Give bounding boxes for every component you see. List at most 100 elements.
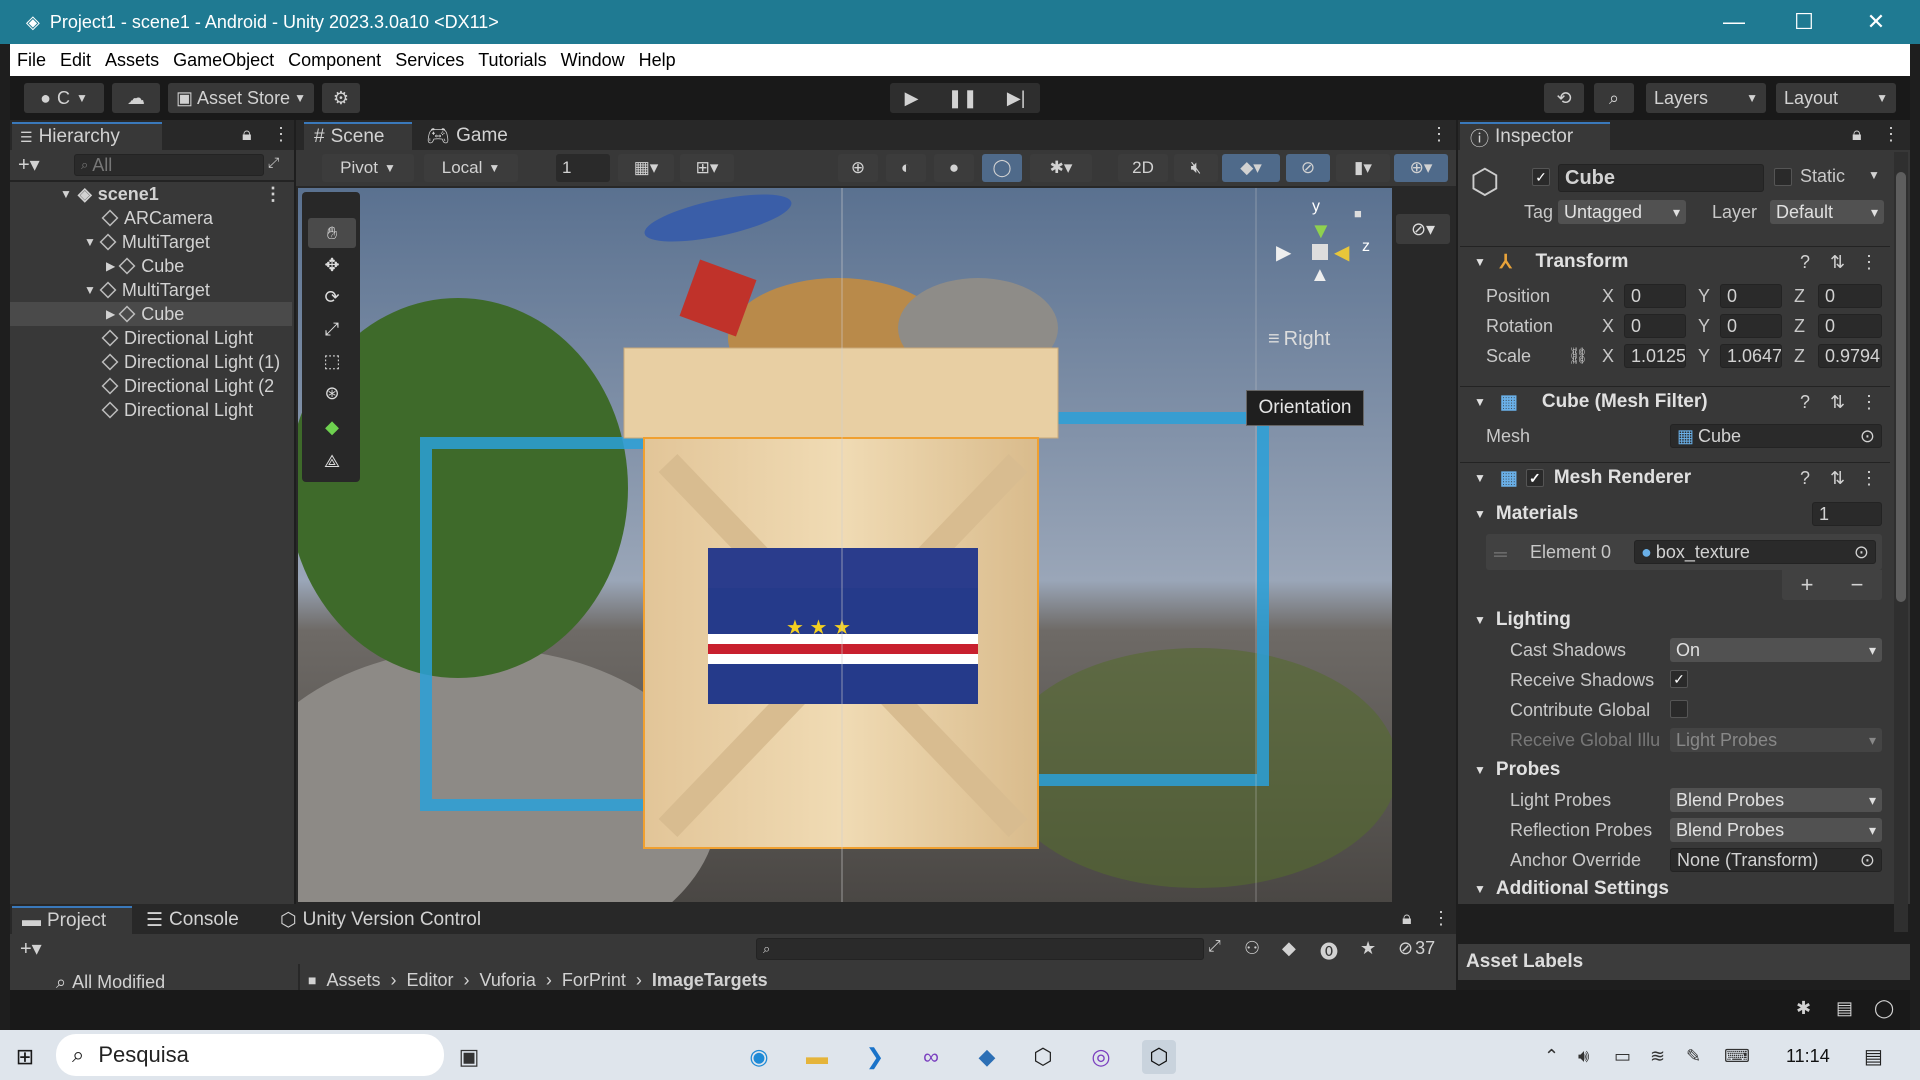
unlit-button[interactable]: ◯	[982, 154, 1022, 182]
menu-tutorials[interactable]: Tutorials	[478, 50, 546, 71]
progress-check-icon[interactable]: ◯	[1874, 998, 1894, 1019]
object-picker-icon[interactable]: ⊙	[1860, 426, 1875, 447]
hierarchy-item-scene1[interactable]: ▼ ◈ scene1 ⋮	[10, 182, 292, 206]
hierarchy-item-arcamera[interactable]: ARCamera	[10, 206, 292, 230]
lock-icon[interactable]: 🔒︎	[242, 124, 252, 145]
rotation-y-field[interactable]: 0	[1720, 314, 1782, 338]
anchor-override-field[interactable]: None (Transform) ⊙	[1670, 848, 1882, 872]
minimize-button[interactable]: —	[1706, 0, 1762, 44]
chevron-up-icon[interactable]: ⌃	[1544, 1046, 1559, 1067]
more-icon[interactable]: ⋮	[1860, 392, 1878, 413]
help-icon[interactable]: ?	[1800, 252, 1810, 273]
lighting-foldout[interactable]: ▼ Lighting	[1466, 604, 1896, 636]
gizmos-dropdown[interactable]: ⊕▾	[1394, 154, 1448, 182]
pen-icon[interactable]: ✎	[1686, 1046, 1701, 1067]
custom-tool-button[interactable]: ◆	[308, 412, 356, 442]
lock-icon[interactable]: 🔒︎	[1852, 124, 1862, 145]
drag-handle-icon[interactable]: ═	[1494, 544, 1507, 565]
scale-y-field[interactable]: 1.0647	[1720, 344, 1782, 368]
battery-icon[interactable]: ▭	[1614, 1046, 1631, 1067]
scale-x-field[interactable]: 1.0125	[1624, 344, 1686, 368]
hierarchy-item-multitarget[interactable]: ▼ MultiTarget	[10, 230, 292, 254]
menu-help[interactable]: Help	[639, 50, 676, 71]
cast-shadows-dropdown[interactable]: On	[1670, 638, 1882, 662]
debug-draw-button[interactable]: ✱▾	[1030, 154, 1092, 182]
lock-icon[interactable]: ■	[1354, 206, 1362, 221]
tab-scene[interactable]: # Scene	[304, 122, 412, 150]
search-options-icon[interactable]: ⤢	[268, 154, 279, 171]
help-icon[interactable]: ?	[1800, 392, 1810, 413]
object-picker-icon[interactable]: ⊙	[1860, 850, 1875, 871]
preset-icon[interactable]: ⇅	[1830, 392, 1845, 413]
settings-button[interactable]: ⚙	[322, 83, 360, 113]
preset-icon[interactable]: ⇅	[1830, 252, 1845, 273]
label-icon[interactable]: ◆	[1282, 938, 1296, 959]
more-icon[interactable]: ⋮	[1430, 124, 1448, 145]
history-button[interactable]: ⟲	[1544, 83, 1584, 113]
position-z-field[interactable]: 0	[1818, 284, 1882, 308]
hierarchy-item-directional-light[interactable]: Directional Light	[10, 326, 292, 350]
hand-tool-button[interactable]: ✋︎	[308, 218, 356, 248]
unity-hub-app[interactable]: ⬡	[1026, 1040, 1060, 1074]
notifications-icon[interactable]: ▤	[1864, 1044, 1883, 1069]
debug-off-icon[interactable]: ✱	[1796, 998, 1811, 1019]
close-button[interactable]: ✕	[1848, 0, 1904, 44]
move-tool-button[interactable]: ✥	[308, 250, 356, 280]
2d-toggle[interactable]: 2D	[1118, 154, 1168, 182]
object-picker-icon[interactable]: ⊙	[1854, 542, 1869, 563]
step-icon[interactable]: ▶|	[1007, 88, 1026, 109]
scene-viewport[interactable]: ★ ★ ★ y z ▼ ◀ ▶ ▲ ■ ≡ Right Orientation	[298, 188, 1392, 902]
grid-size-input[interactable]: 1	[556, 154, 610, 182]
github-app[interactable]: ◎	[1084, 1040, 1118, 1074]
task-view-button[interactable]: ▣	[452, 1040, 486, 1074]
search-button[interactable]: ⌕	[1594, 83, 1634, 113]
more-icon[interactable]: ⋮	[1860, 468, 1878, 489]
hidden-packages-toggle[interactable]: ⊘ 37	[1398, 938, 1435, 959]
contribute-gi-checkbox[interactable]	[1670, 700, 1688, 718]
hierarchy-item-multitarget[interactable]: ▼ MultiTarget	[10, 278, 292, 302]
tab-version-control[interactable]: ⬡ Unity Version Control	[270, 906, 510, 934]
project-search-input[interactable]: ⌕	[756, 938, 1204, 960]
wifi-icon[interactable]: ≋	[1650, 1046, 1665, 1067]
account-button[interactable]: ● C ▼	[24, 83, 104, 113]
hierarchy-item-directional-light-1[interactable]: Directional Light (1)	[10, 350, 292, 374]
materials-count-field[interactable]: 1	[1812, 502, 1882, 526]
visual-studio-app[interactable]: ∞	[914, 1040, 948, 1074]
audio-toggle[interactable]: 🔇︎	[1174, 154, 1218, 182]
hierarchy-search-input[interactable]: ⌕ All	[74, 154, 264, 176]
play-icon[interactable]: ▶	[905, 88, 919, 109]
rect-tool-button[interactable]: ⬚	[308, 346, 356, 376]
search-options-icon[interactable]: ⤢	[1208, 938, 1221, 956]
breadcrumb-assets[interactable]: Assets	[326, 970, 380, 991]
help-icon[interactable]: ?	[1800, 468, 1810, 489]
tab-inspector[interactable]: ⓘ Inspector	[1460, 122, 1610, 150]
layout-dropdown[interactable]: Layout ▼	[1776, 83, 1896, 113]
add-button[interactable]: +▾	[18, 152, 40, 177]
tab-project[interactable]: ▬ Project	[12, 906, 132, 934]
explorer-app[interactable]: ▬	[800, 1040, 834, 1074]
shaded-wire-button[interactable]: ◐	[886, 154, 926, 182]
more-icon[interactable]: ⋮	[1860, 252, 1878, 273]
menu-file[interactable]: File	[17, 50, 46, 71]
scale-tool-button[interactable]: ⤢	[308, 314, 356, 344]
start-button[interactable]: ⊞	[8, 1040, 42, 1074]
hierarchy-item-directional-light-2[interactable]: Directional Light (2	[10, 374, 292, 398]
keyboard-icon[interactable]: ⌨	[1724, 1046, 1750, 1067]
unlink-scale-icon[interactable]: ⛓︎	[1568, 346, 1588, 366]
asset-labels-section[interactable]: Asset Labels	[1458, 944, 1910, 980]
shaded-button[interactable]: ●	[934, 154, 974, 182]
inspector-scrollbar[interactable]	[1894, 152, 1908, 932]
mesh-field[interactable]: ▦ Cube ⊙	[1670, 424, 1882, 448]
tab-hierarchy[interactable]: ☰ Hierarchy	[12, 122, 162, 150]
clock[interactable]: 11:14	[1786, 1046, 1830, 1067]
static-checkbox[interactable]	[1774, 168, 1792, 186]
star-icon[interactable]: ★	[1360, 938, 1376, 959]
visibility-toggle[interactable]: ⊘	[1286, 154, 1330, 182]
menu-services[interactable]: Services	[395, 50, 464, 71]
chevron-down-icon[interactable]: ▼	[1868, 168, 1880, 182]
grid-snap-button[interactable]: ▦▾	[618, 154, 674, 182]
position-y-field[interactable]: 0	[1720, 284, 1782, 308]
tab-console[interactable]: ☰ Console	[136, 906, 256, 934]
wireframe-button[interactable]: ⊕	[838, 154, 878, 182]
renderer-enabled-checkbox[interactable]: ✓	[1525, 469, 1544, 487]
